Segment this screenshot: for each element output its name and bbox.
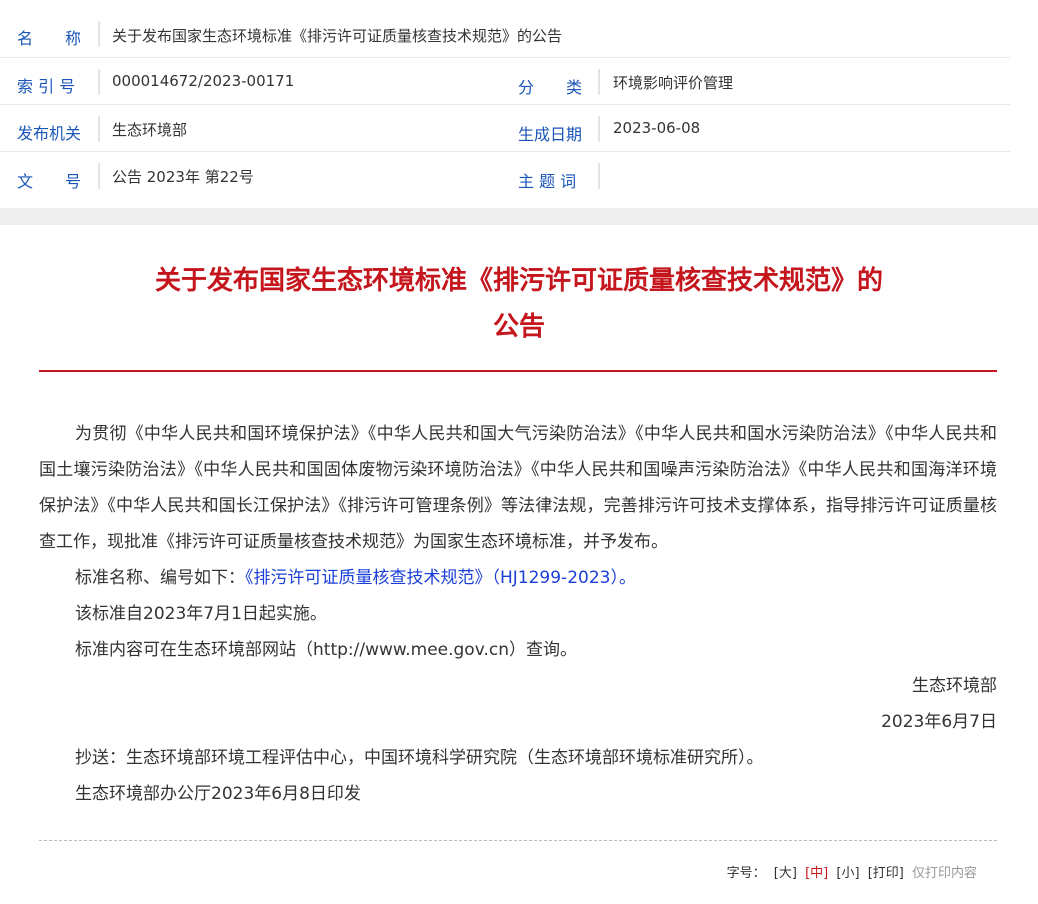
meta-value-index: 000014672/2023-00171 — [112, 72, 295, 90]
meta-label-category: 分 类 — [518, 78, 583, 97]
font-large-button[interactable]: [大] — [774, 866, 797, 881]
meta-separator — [98, 163, 100, 189]
meta-value-date: 2023-06-08 — [613, 119, 701, 137]
meta-separator — [98, 21, 100, 47]
standard-prefix: 标准名称、编号如下： — [75, 568, 245, 588]
cc-line: 抄送：生态环境部环境工程评估中心，中国环境科学研究院（生态环境部环境标准研究所）… — [75, 748, 764, 768]
effective-date-line: 该标准自2023年7月1日起实施。 — [75, 604, 327, 624]
font-size-toolbar: 字号： [大] [中] [小] [打印] 仅打印内容 — [723, 862, 977, 881]
title-line-1: 关于发布国家生态环境标准《排污许可证质量核查技术规范》的 — [154, 266, 883, 296]
meta-label-docnum: 文 号 — [17, 172, 82, 191]
meta-separator — [98, 69, 100, 95]
title-line-2: 公告 — [492, 312, 545, 342]
standard-suffix: 。 — [618, 568, 636, 588]
font-small-button[interactable]: [小] — [836, 866, 859, 881]
meta-separator — [598, 116, 600, 142]
meta-separator — [598, 163, 600, 189]
signer: 生态环境部 — [912, 676, 997, 696]
meta-row-publisher: 发布机关 生态环境部 生成日期 2023-06-08 — [0, 104, 1010, 152]
font-size-label: 字号： — [726, 866, 766, 881]
meta-row-name: 名 称 关于发布国家生态环境标准《排污许可证质量核查技术规范》的公告 — [0, 10, 1010, 58]
meta-label-index: 索 引 号 — [17, 77, 76, 96]
font-medium-button[interactable]: [中] — [805, 866, 828, 881]
title-rule — [39, 370, 997, 372]
standard-line: 标准名称、编号如下：《排污许可证质量核查技术规范》（HJ1299-2023）。 — [75, 560, 636, 596]
sign-date: 2023年6月7日 — [881, 712, 997, 732]
meta-separator — [98, 116, 100, 142]
article-title: 关于发布国家生态环境标准《排污许可证质量核查技术规范》的 公告 — [0, 258, 1038, 350]
content-note-line: 标准内容可在生态环境部网站（http://www.mee.gov.cn）查询。 — [75, 640, 577, 660]
meta-value-name: 关于发布国家生态环境标准《排污许可证质量核查技术规范》的公告 — [112, 27, 563, 45]
meta-value-docnum: 公告 2023年 第22号 — [112, 168, 254, 186]
section-divider-band — [0, 208, 1038, 225]
meta-row-index: 索 引 号 000014672/2023-00171 分 类 环境影响评价管理 — [0, 57, 1010, 105]
meta-label-subject: 主 题 词 — [518, 172, 577, 191]
metadata-panel: 名 称 关于发布国家生态环境标准《排污许可证质量核查技术规范》的公告 索 引 号… — [0, 0, 1038, 208]
meta-separator — [598, 69, 600, 95]
standard-link[interactable]: 《排污许可证质量核查技术规范》（HJ1299-2023） — [245, 568, 619, 588]
meta-label-date: 生成日期 — [518, 125, 583, 144]
meta-value-publisher: 生态环境部 — [112, 121, 188, 139]
print-content-only-button[interactable]: 仅打印内容 — [912, 866, 977, 881]
body-paragraph: 为贯彻《中华人民共和国环境保护法》《中华人民共和国大气污染防治法》《中华人民共和… — [39, 424, 997, 552]
meta-value-category: 环境影响评价管理 — [613, 74, 734, 92]
footer-divider — [39, 840, 997, 841]
meta-label-publisher: 发布机关 — [17, 124, 82, 143]
issued-line: 生态环境部办公厅2023年6月8日印发 — [75, 784, 361, 804]
print-button[interactable]: [打印] — [868, 866, 904, 881]
meta-label-name: 名 称 — [17, 29, 82, 48]
meta-row-docnum: 文 号 公告 2023年 第22号 主 题 词 — [0, 151, 1010, 198]
